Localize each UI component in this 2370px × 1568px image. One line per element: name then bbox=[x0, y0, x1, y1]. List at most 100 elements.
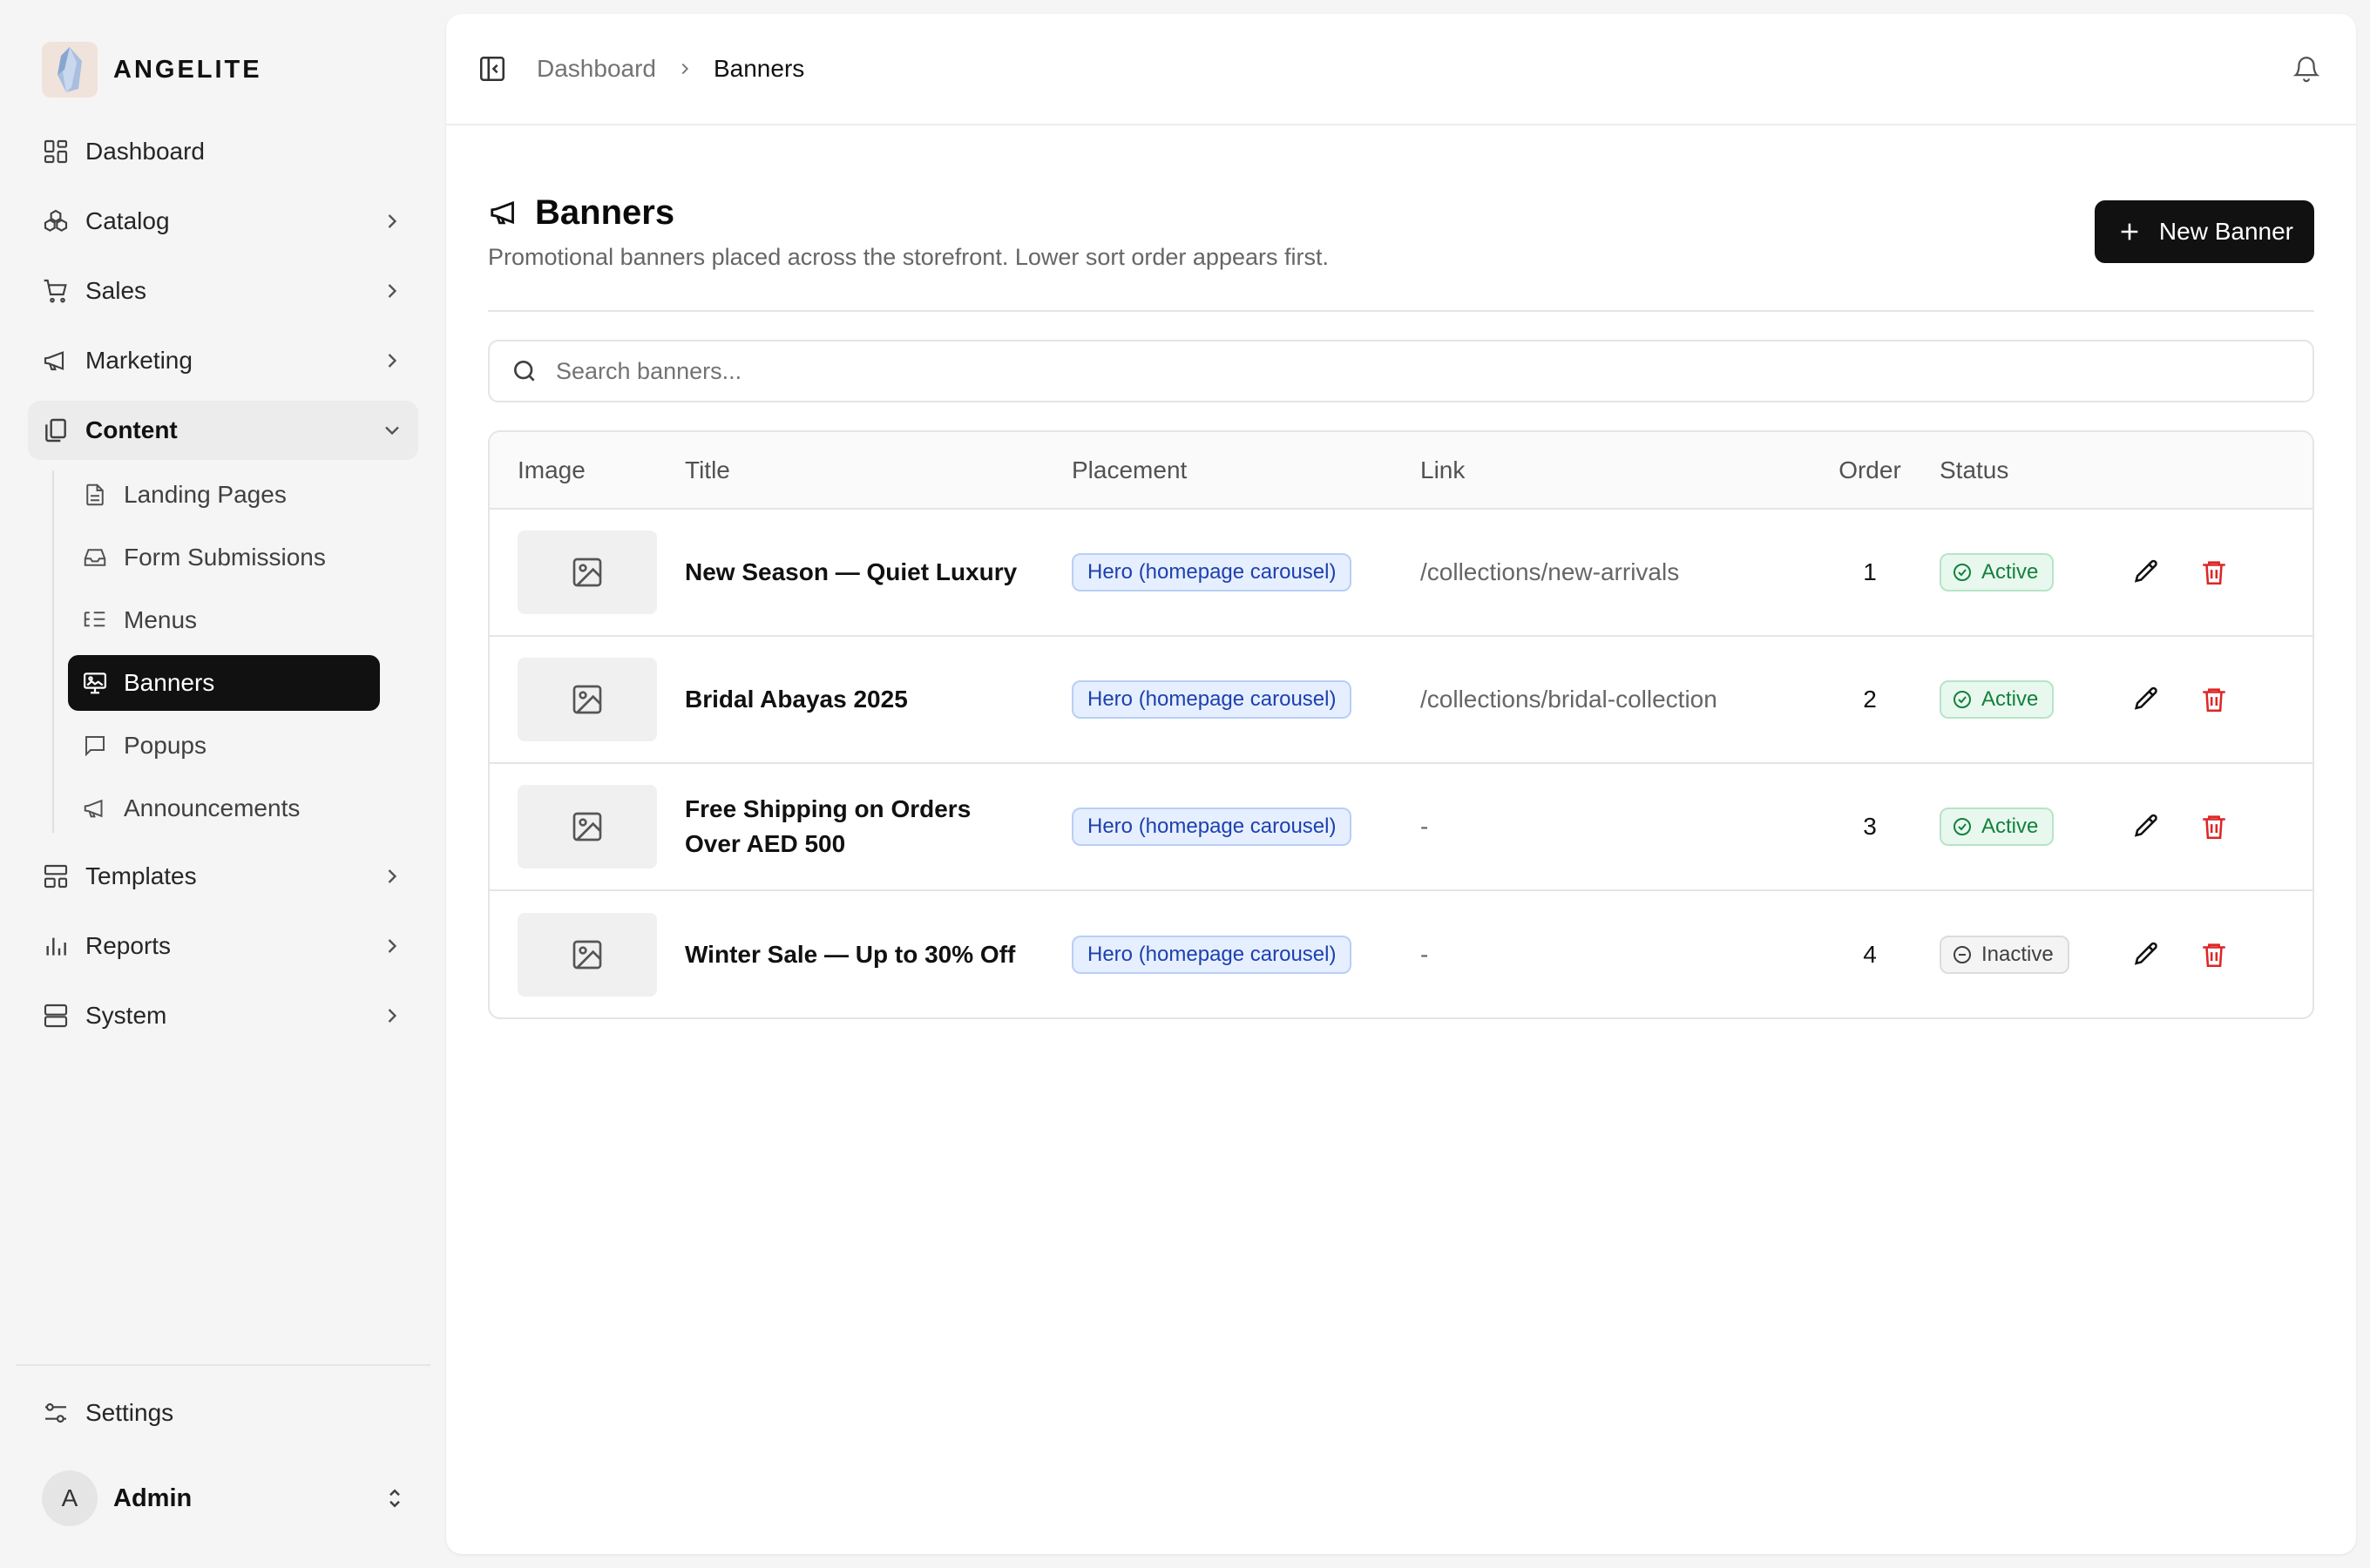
monitor-image-icon bbox=[84, 672, 106, 694]
sidebar-item-label: Banners bbox=[124, 669, 215, 696]
breadcrumb-current: Banners bbox=[713, 55, 805, 82]
sidebar-item-label: Dashboard bbox=[85, 138, 205, 165]
sidebar-item-popups[interactable]: Popups bbox=[68, 718, 380, 774]
banner-title: Bridal Abayas 2025 bbox=[685, 686, 908, 713]
edit-pencil-icon[interactable] bbox=[2131, 685, 2161, 714]
sidebar-item-label: Catalog bbox=[85, 207, 170, 234]
image-icon bbox=[572, 558, 602, 587]
chevrons-up-down-icon bbox=[389, 1489, 400, 1508]
main-panel: Dashboard Banners Banners Promotional ba… bbox=[446, 14, 2356, 1554]
column-header-title: Title bbox=[685, 456, 730, 483]
inbox-icon bbox=[84, 549, 106, 566]
table-row[interactable]: Winter Sale — Up to 30% Off Hero (homepa… bbox=[490, 890, 2312, 1017]
sidebar-item-reports[interactable]: Reports bbox=[28, 916, 418, 976]
banners-table: Image Title Placement Link Order Status … bbox=[488, 430, 2314, 1019]
sidebar-item-label: Reports bbox=[85, 932, 172, 959]
banner-link: - bbox=[1420, 813, 1429, 840]
chevron-right-icon bbox=[681, 63, 689, 75]
user-menu[interactable]: A Admin bbox=[42, 1470, 408, 1526]
delete-trash-icon[interactable] bbox=[2199, 940, 2229, 970]
file-icon bbox=[86, 483, 104, 506]
banner-order: 2 bbox=[1863, 686, 1877, 713]
megaphone-icon bbox=[44, 351, 64, 371]
cart-icon bbox=[44, 279, 67, 303]
sidebar-item-catalog[interactable]: Catalog bbox=[28, 192, 418, 251]
page-title: Banners bbox=[535, 193, 675, 232]
sidebar-item-form-submissions[interactable]: Form Submissions bbox=[68, 530, 380, 585]
plus-icon bbox=[2121, 223, 2138, 240]
sidebar-item-banners[interactable]: Banners bbox=[68, 655, 380, 711]
column-header-status: Status bbox=[1940, 456, 2009, 483]
status-label: Inactive bbox=[1981, 942, 2054, 966]
sidebar-item-menus[interactable]: Menus bbox=[68, 592, 380, 648]
sidebar-toggle-icon[interactable] bbox=[477, 54, 507, 84]
table-header-row: Image Title Placement Link Order Status bbox=[490, 432, 2312, 509]
sidebar-item-label: Menus bbox=[124, 606, 198, 633]
banner-thumbnail bbox=[518, 658, 657, 741]
search-input[interactable] bbox=[556, 357, 2292, 385]
brand-logo bbox=[42, 42, 98, 98]
delete-trash-icon[interactable] bbox=[2199, 685, 2229, 714]
edit-pencil-icon[interactable] bbox=[2131, 812, 2161, 841]
banner-link: /collections/new-arrivals bbox=[1420, 558, 1680, 585]
column-header-link: Link bbox=[1420, 456, 1466, 483]
header-divider bbox=[488, 310, 2314, 312]
brand-name: ANGELITE bbox=[113, 55, 262, 84]
content-icon bbox=[45, 418, 66, 443]
table-row[interactable]: Bridal Abayas 2025 Hero (homepage carous… bbox=[490, 636, 2312, 763]
placement-badge: Hero (homepage carousel) bbox=[1072, 553, 1352, 591]
sidebar-item-label: System bbox=[85, 1002, 167, 1029]
user-name: Admin bbox=[113, 1484, 193, 1512]
sidebar-item-announcements[interactable]: Announcements bbox=[68, 781, 380, 836]
placement-badge: Hero (homepage carousel) bbox=[1072, 680, 1352, 719]
table-row[interactable]: Free Shipping on Orders Over AED 500 Her… bbox=[490, 763, 2312, 890]
sidebar-item-content[interactable]: Content bbox=[28, 401, 418, 460]
column-header-image: Image bbox=[518, 456, 586, 483]
edit-pencil-icon[interactable] bbox=[2131, 940, 2161, 970]
chevron-down-icon bbox=[385, 426, 399, 436]
sidebar-item-settings[interactable]: Settings bbox=[28, 1383, 418, 1443]
page-description: Promotional banners placed across the st… bbox=[488, 244, 1329, 270]
new-banner-label: New Banner bbox=[2158, 218, 2293, 245]
banner-thumbnail bbox=[518, 531, 657, 614]
sidebar-item-label: Settings bbox=[85, 1399, 174, 1426]
banner-link: - bbox=[1420, 940, 1429, 968]
chevron-right-icon bbox=[388, 284, 397, 298]
column-header-order: Order bbox=[1838, 456, 1901, 483]
chevron-right-icon bbox=[388, 214, 397, 228]
status-badge: Active bbox=[1940, 808, 2055, 846]
sidebar-item-sales[interactable]: Sales bbox=[28, 261, 418, 321]
megaphone-icon bbox=[84, 799, 103, 818]
bell-icon[interactable] bbox=[2292, 54, 2321, 84]
status-badge: Active bbox=[1940, 680, 2055, 719]
delete-trash-icon[interactable] bbox=[2199, 558, 2229, 587]
check-circle-icon bbox=[1954, 691, 1971, 708]
system-icon bbox=[44, 1004, 68, 1028]
sidebar-item-dashboard[interactable]: Dashboard bbox=[28, 122, 418, 181]
sidebar-item-landing-pages[interactable]: Landing Pages bbox=[68, 467, 380, 523]
chevron-right-icon bbox=[388, 1009, 397, 1023]
sidebar: ANGELITE Dashboard Catalog Sales Marketi… bbox=[0, 0, 444, 1568]
sidebar-item-templates[interactable]: Templates bbox=[28, 847, 418, 906]
breadcrumb-dashboard[interactable]: Dashboard bbox=[537, 55, 656, 83]
placement-badge: Hero (homepage carousel) bbox=[1072, 935, 1352, 974]
sidebar-item-marketing[interactable]: Marketing bbox=[28, 331, 418, 390]
list-tree-icon bbox=[84, 612, 105, 627]
catalog-icon bbox=[44, 209, 68, 232]
banner-order: 4 bbox=[1863, 940, 1877, 968]
templates-icon bbox=[44, 864, 68, 889]
status-label: Active bbox=[1981, 814, 2039, 838]
sidebar-divider bbox=[16, 1364, 430, 1366]
table-row[interactable]: New Season — Quiet Luxury Hero (homepage… bbox=[490, 509, 2312, 636]
column-header-placement: Placement bbox=[1072, 456, 1188, 483]
chevron-right-icon bbox=[388, 354, 397, 368]
delete-trash-icon[interactable] bbox=[2199, 812, 2229, 841]
placement-badge: Hero (homepage carousel) bbox=[1072, 808, 1352, 846]
sidebar-item-system[interactable]: System bbox=[28, 986, 418, 1045]
brand[interactable]: ANGELITE bbox=[42, 42, 262, 98]
check-circle-icon bbox=[1954, 818, 1971, 835]
edit-pencil-icon[interactable] bbox=[2131, 558, 2161, 587]
sidebar-item-label: Form Submissions bbox=[124, 544, 326, 571]
image-icon bbox=[572, 685, 602, 714]
new-banner-button[interactable]: New Banner bbox=[2094, 200, 2314, 263]
